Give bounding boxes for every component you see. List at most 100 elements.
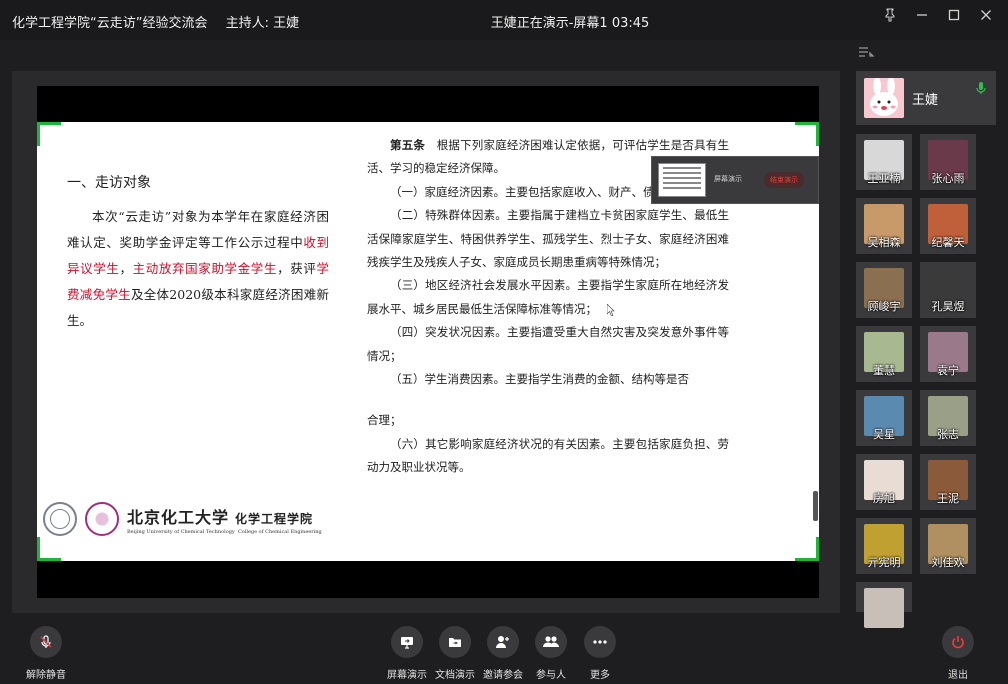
share-corner-top-left [37,122,61,146]
mouse-cursor-icon [607,304,615,316]
article-head: 第五条 [390,138,426,152]
para-highlight-2: 主动放弃国家助学金学生 [132,261,278,276]
logo-text: 北京化工大学 化学工程学院 Beijing University of Chemi… [127,504,322,535]
participant-tile[interactable]: 袁宁 [920,326,976,382]
participant-tile[interactable]: 王亚楠 [856,134,912,190]
participant-list-toggle[interactable] [858,46,875,61]
window-controls [874,4,1002,26]
para-text-2: ， [119,261,133,276]
participant-tile[interactable]: 刘佳欢 [920,518,976,574]
presenting-status: 王婕正在演示-屏幕1 03:45 [490,16,650,31]
university-name-en: Beijing University of Chemical Technolog… [127,528,235,535]
invite-label: 邀请参会 [483,670,523,681]
item-3: （三）地区经济社会发展水平因素。主要指学生家庭所在地经济发展水平、城乡居民最低生… [367,278,729,316]
share-corner-top-right [795,122,819,146]
participant-name: 张志 [937,428,959,441]
minimize-icon [917,14,927,16]
people-icon [535,626,567,658]
add-person-icon [487,626,519,658]
participant-tile[interactable]: 张志 [920,390,976,446]
screen-share-icon [391,626,423,658]
mic-muted-icon [30,626,62,658]
folder-icon [439,626,471,658]
host-name: 王婕 [912,93,939,108]
more-button[interactable]: 更多 [568,626,632,681]
shared-screen-area: 一、走访对象 本次“云走访”对象为本学年在家庭经济困难认定、奖助学金评定等工作公… [12,71,840,613]
bunny-avatar-icon [864,78,904,118]
para-text-1: 本次“云走访”对象为本学年在家庭经济困难认定、奖助学金评定等工作公示过程中 [67,209,329,250]
power-icon [942,626,974,658]
participant-name: 顾峻宇 [867,300,901,313]
participant-name: 房旭 [873,492,895,505]
participant-name: 刘佳欢 [931,556,965,569]
host-video-tile[interactable]: 王婕 [856,71,996,125]
participant-tile[interactable]: 纪馨天 [920,198,976,254]
participant-tile[interactable]: 顾峻宇 [856,262,912,318]
participant-name: 吴星 [873,428,895,441]
maximize-button[interactable] [938,4,970,26]
host-avatar [864,78,904,118]
title-bar: 化学工程学院“云走访”经验交流会 主持人: 王婕 王婕正在演示-屏幕1 03:4… [0,0,1008,40]
university-name-cn: 北京化工大学 [127,507,230,527]
section-title: 一、走访对象 [67,175,151,191]
side-drag-handle[interactable] [813,491,818,521]
item-4: （四）突发状况因素。主要指遭受重大自然灾害及突发意外事件等情况； [367,325,729,363]
screen-share-label: 屏幕演示 [387,670,427,681]
host-label: 主持人: 王婕 [225,16,300,31]
leave-label: 退出 [948,670,968,681]
participant-name: 孔昊煜 [931,300,965,313]
participant-name: 王亚楠 [867,172,901,185]
close-button[interactable] [970,4,1002,26]
screen-share-popup: 屏幕演示 结束演示 [651,156,819,204]
pin-button[interactable] [874,4,906,26]
bottom-toolbar: 解除静音 屏幕演示 文档演示 邀请参会 参与人 更多 退出 [0,614,1008,684]
participant-tile[interactable]: 吴相森 [856,198,912,254]
leave-button[interactable]: 退出 [926,626,990,681]
minimize-button[interactable] [906,4,938,26]
pin-icon [885,8,895,22]
unmute-label: 解除静音 [26,670,66,681]
participant-tile[interactable]: 董慧 [856,326,912,382]
college-name-en: College of Chemical Engineering [237,528,322,535]
university-logo: 北京化工大学 化学工程学院 Beijing University of Chemi… [43,502,322,536]
participant-name: 张心雨 [931,172,965,185]
share-corner-bottom-right [795,537,819,561]
share-corner-bottom-left [37,537,61,561]
participant-tile[interactable]: 房旭 [856,454,912,510]
unmute-button[interactable]: 解除静音 [14,626,78,681]
slide-left-column: 一、走访对象 本次“云走访”对象为本学年在家庭经济困难认定、奖助学金评定等工作公… [67,172,329,334]
logo-main-text: 北京化工大学 化学工程学院 [127,504,322,528]
participant-name: 吴相森 [867,236,901,249]
item-2: （二）特殊群体因素。主要指属于建档立卡贫困家庭学生、最低生活保障家庭学生、特困供… [367,208,729,270]
participant-tile[interactable]: 孔昊煜 [920,262,976,318]
para-text-3: ，获评 [277,261,317,276]
logo-sub-text: Beijing University of Chemical Technolog… [127,529,322,535]
participant-name: 王泥 [937,492,959,505]
participants-label: 参与人 [536,670,566,681]
participant-tile[interactable] [856,582,912,628]
university-seal-icon [43,502,77,536]
college-emblem-icon [85,502,119,536]
shared-screen: 一、走访对象 本次“云走访”对象为本学年在家庭经济困难认定、奖助学金评定等工作公… [37,86,819,598]
screen-thumbnail[interactable] [658,163,706,197]
more-dots-icon [584,626,616,658]
share-popup-label: 屏幕演示 [714,175,742,183]
participant-tile[interactable]: 王泥 [920,454,976,510]
participant-tile[interactable]: 张心雨 [920,134,976,190]
section-paragraph: 本次“云走访”对象为本学年在家庭经济困难认定、奖助学金评定等工作公示过程中收到异… [67,204,329,334]
mic-active-icon [976,82,986,94]
participant-tile[interactable]: 亓宪明 [856,518,912,574]
close-icon [981,10,991,20]
participant-tile[interactable]: 吴星 [856,390,912,446]
more-label: 更多 [590,670,610,681]
meeting-window: 化学工程学院“云走访”经验交流会 主持人: 王婕 王婕正在演示-屏幕1 03:4… [0,0,1008,684]
participant-name: 董慧 [873,364,895,377]
stop-share-button[interactable]: 结束演示 [764,172,804,188]
list-icon [859,47,875,57]
maximize-icon [948,9,960,21]
item-6: （六）其它影响家庭经济状况的有关因素。主要包括家庭负担、劳动力及职业状况等。 [367,436,729,475]
item-5-cont: 合理； [367,413,402,428]
item-5: （五）学生消费因素。主要指学生消费的金额、结构等是否 [390,372,689,387]
participant-name: 袁宁 [937,364,959,377]
college-name-cn: 化学工程学院 [235,511,314,526]
